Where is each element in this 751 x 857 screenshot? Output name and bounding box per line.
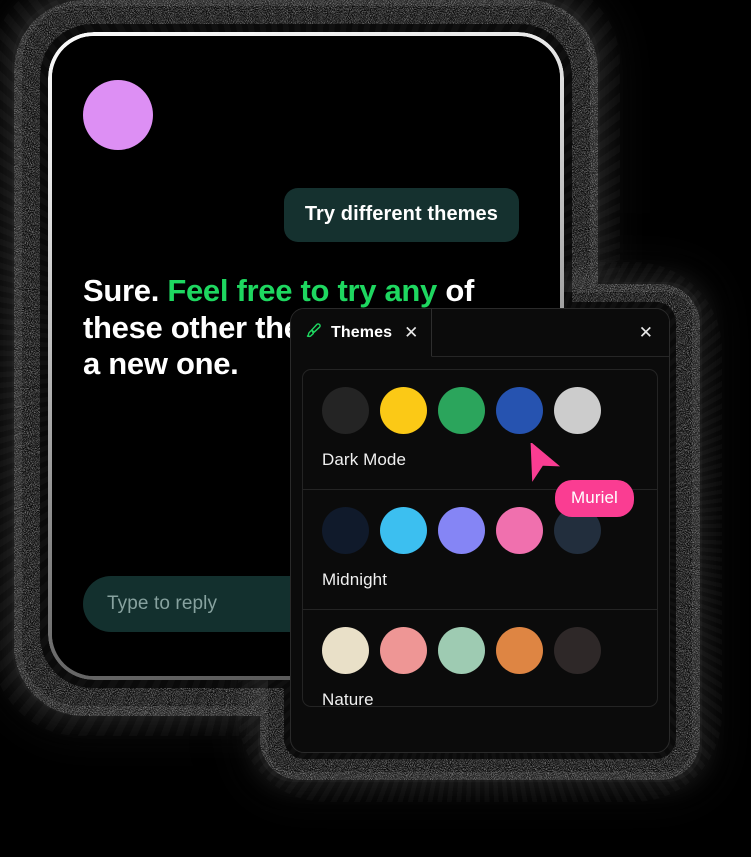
theme-name: Nature (322, 690, 374, 707)
themes-list: Dark Mode Midnight Nature (302, 369, 658, 707)
close-icon: ✕ (638, 323, 653, 342)
color-swatch[interactable] (438, 387, 485, 434)
color-swatch[interactable] (322, 507, 369, 554)
swatch-strip (322, 627, 657, 674)
screenshot-root: Try different themes Sure. Feel free to … (0, 0, 751, 857)
assistant-message-prefix: Sure. (83, 273, 168, 308)
color-swatch[interactable] (554, 507, 601, 554)
color-swatch[interactable] (380, 507, 427, 554)
color-swatch[interactable] (322, 627, 369, 674)
tab-label: Themes (331, 323, 393, 341)
color-swatch[interactable] (496, 507, 543, 554)
tab-close-icon[interactable]: ✕ (404, 324, 418, 341)
theme-row[interactable]: Dark Mode (303, 370, 657, 490)
paintbrush-icon (305, 322, 322, 344)
color-swatch[interactable] (322, 387, 369, 434)
reply-input-placeholder: Type to reply (107, 593, 218, 614)
swatch-strip (322, 507, 657, 554)
color-swatch[interactable] (496, 387, 543, 434)
swatch-strip (322, 387, 657, 434)
color-swatch[interactable] (380, 387, 427, 434)
theme-name: Dark Mode (322, 450, 407, 469)
assistant-message-highlight: Feel free to try any (167, 273, 437, 308)
color-swatch[interactable] (438, 507, 485, 554)
color-swatch[interactable] (554, 627, 601, 674)
panel-close-button[interactable]: ✕ (625, 309, 669, 356)
color-swatch[interactable] (496, 627, 543, 674)
color-swatch[interactable] (554, 387, 601, 434)
color-swatch[interactable] (438, 627, 485, 674)
color-swatch[interactable] (380, 627, 427, 674)
user-message-bubble: Try different themes (283, 188, 519, 242)
theme-row[interactable]: Nature (303, 610, 657, 707)
theme-name: Midnight (322, 570, 388, 589)
themes-panel: Themes ✕ ✕ Dark Mode Midnight Nature (290, 308, 670, 753)
avatar (83, 80, 153, 150)
theme-row[interactable]: Midnight (303, 490, 657, 610)
tab-bar-spacer (432, 309, 624, 356)
tab-themes[interactable]: Themes ✕ (291, 309, 433, 357)
panel-tab-bar: Themes ✕ ✕ (291, 309, 669, 357)
